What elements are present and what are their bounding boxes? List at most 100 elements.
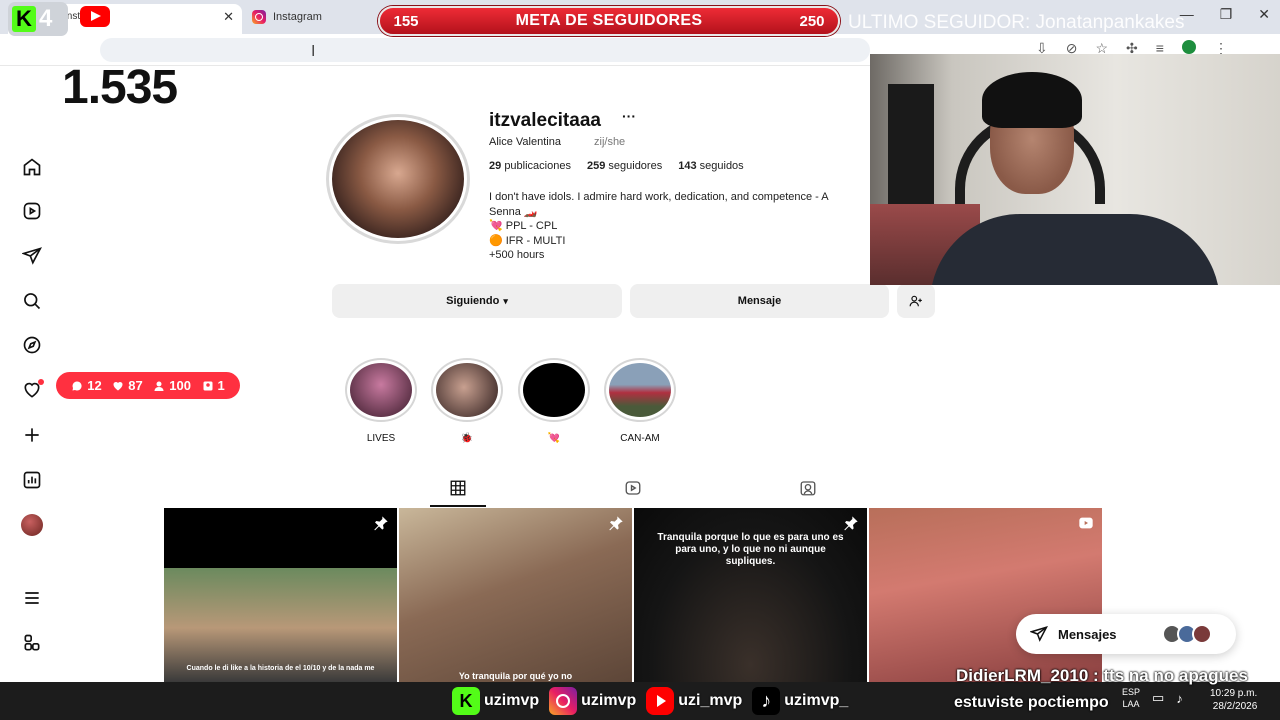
clock-date: 28/2/2026 (1212, 701, 1258, 712)
webcam-person (982, 72, 1082, 128)
heart-icon (113, 381, 123, 390)
bio-line: 🟠 IFR - MULTI (489, 234, 566, 247)
post-tile[interactable]: Yo tranquila por qué yo no (399, 508, 632, 682)
clock[interactable]: 10:29 p.m. 28/2/2026 (1210, 687, 1257, 713)
explore-icon[interactable] (21, 334, 43, 356)
post-tile[interactable] (869, 508, 1102, 682)
post-tile[interactable]: Cuando le di like a la historia de el 10… (164, 508, 397, 682)
youtube-icon (80, 6, 110, 27)
post-tile[interactable]: Tranquila porque lo que es para uno es p… (634, 508, 867, 682)
pinned-icon (373, 515, 389, 531)
also-from-meta-icon[interactable] (21, 632, 43, 654)
profile-icon[interactable] (1181, 40, 1196, 54)
instagram-icon (549, 687, 578, 715)
tiktok-icon: ♪ (752, 687, 781, 715)
reels-icon[interactable] (21, 200, 43, 222)
kick-count: 4 (39, 5, 53, 32)
follower-goal-bar: 155 META DE SEGUIDORES 250 (378, 6, 840, 36)
youtube-count: 1 (120, 2, 135, 32)
profile-bio: I don't have idols. I admire hard work, … (489, 190, 869, 263)
goal-target: 250 (799, 12, 825, 30)
following-stat[interactable]: 143 seguidos (678, 160, 743, 172)
window-controls: — ❐ ✕ (1180, 6, 1270, 23)
requests-count: 1 (202, 378, 225, 393)
display-icon[interactable]: ▭ (1152, 690, 1164, 706)
highlight-label: CAN-AM (620, 433, 660, 444)
viewer-total: 1.535 (62, 61, 178, 114)
notification-dot (38, 379, 44, 385)
highlight-image (523, 363, 585, 417)
add-user-icon (909, 295, 922, 307)
language-indicator[interactable]: ESP LAA (1122, 686, 1140, 710)
post-caption: Tranquila porque lo que es para uno es p… (657, 532, 844, 567)
search-icon[interactable] (21, 290, 43, 312)
following-label: Siguiendo (446, 295, 500, 307)
create-icon[interactable] (21, 424, 43, 446)
webcam-background (888, 84, 934, 224)
pinned-icon (608, 515, 624, 531)
reels-tab-icon[interactable] (623, 478, 643, 498)
messages-pill[interactable]: Mensajes (1016, 614, 1236, 654)
bio-line: I don't have idols. I admire hard work, … (489, 191, 829, 203)
highlight-label: LIVES (366, 433, 396, 444)
tab-close-icon[interactable]: ✕ (223, 9, 234, 25)
more-menu-icon[interactable] (21, 587, 43, 609)
dashboard-icon[interactable] (21, 469, 43, 491)
volume-icon[interactable]: ♪ (1176, 691, 1183, 706)
reel-icon (1078, 515, 1094, 531)
bio-line: Senna 🏎️ (489, 205, 538, 218)
bio-line: 💘 PPL - CPL (489, 220, 558, 232)
text-cursor-icon: I (311, 43, 316, 60)
tab-label: Instagram (273, 11, 322, 23)
profile-avatar[interactable] (326, 114, 470, 244)
youtube-icon (646, 687, 675, 715)
kick-viewers-badge: K 4 (8, 2, 68, 36)
messages-label: Mensajes (1058, 626, 1117, 642)
url-field[interactable] (100, 38, 870, 62)
posts-grid: Cuando le di like a la historia de el 10… (164, 508, 1102, 682)
highlight-item[interactable]: 🐞 (430, 358, 504, 444)
comments-count: 12 (71, 378, 102, 393)
instagram-favicon-icon (252, 10, 266, 24)
suggested-users-button[interactable] (897, 284, 935, 318)
active-tab-indicator (430, 505, 486, 507)
goal-current: 155 (393, 12, 419, 30)
message-avatars (1161, 624, 1212, 644)
highlight-label: 🐞 (460, 433, 474, 444)
post-caption: Yo tranquila por qué yo no (458, 671, 573, 681)
followers-stat[interactable]: 259 seguidores (587, 160, 662, 172)
tagged-icon[interactable] (798, 478, 818, 498)
message-button[interactable]: Mensaje (630, 284, 889, 318)
kick-icon: K (452, 687, 480, 715)
highlight-item[interactable]: 💘 (517, 358, 591, 444)
chevron-down-icon: ▾ (503, 295, 508, 306)
posts-stat: 29 publicaciones (489, 160, 571, 172)
social-handle: uzimvp (581, 692, 637, 709)
user-card-icon (203, 381, 212, 390)
close-window-icon[interactable]: ✕ (1258, 6, 1270, 23)
highlight-image (609, 363, 671, 417)
avatar (1191, 624, 1212, 644)
pinned-icon (843, 515, 859, 531)
profile-tabs (164, 472, 1102, 508)
maximize-icon[interactable]: ❐ (1220, 6, 1233, 23)
person-icon (154, 381, 164, 391)
comment-icon (72, 380, 82, 390)
posts-grid-icon[interactable] (448, 478, 468, 498)
highlight-item[interactable]: CAN-AM (603, 358, 677, 444)
profile-avatar-icon[interactable] (21, 514, 43, 536)
social-handle: uzimvp_ (784, 692, 849, 709)
home-icon[interactable] (21, 156, 43, 178)
chat-message: DidierLRM_2010 : tts na no apagues (956, 666, 1248, 685)
social-handle: uzimvp (484, 692, 540, 709)
tab-instagram[interactable]: Instagram (252, 6, 322, 28)
direct-icon[interactable] (21, 245, 43, 267)
highlight-item[interactable]: LIVES (344, 358, 418, 444)
webcam-feed (870, 54, 1280, 285)
profile-pronouns: zij/she (594, 136, 626, 148)
social-handle: uzi_mvp (678, 692, 743, 709)
profile-options-icon[interactable]: ··· (622, 108, 636, 124)
followers-count: 100 (153, 378, 191, 393)
following-button[interactable]: Siguiendo ▾ (332, 284, 622, 318)
notifications-summary-pill[interactable]: 12 87 100 1 (56, 372, 240, 399)
